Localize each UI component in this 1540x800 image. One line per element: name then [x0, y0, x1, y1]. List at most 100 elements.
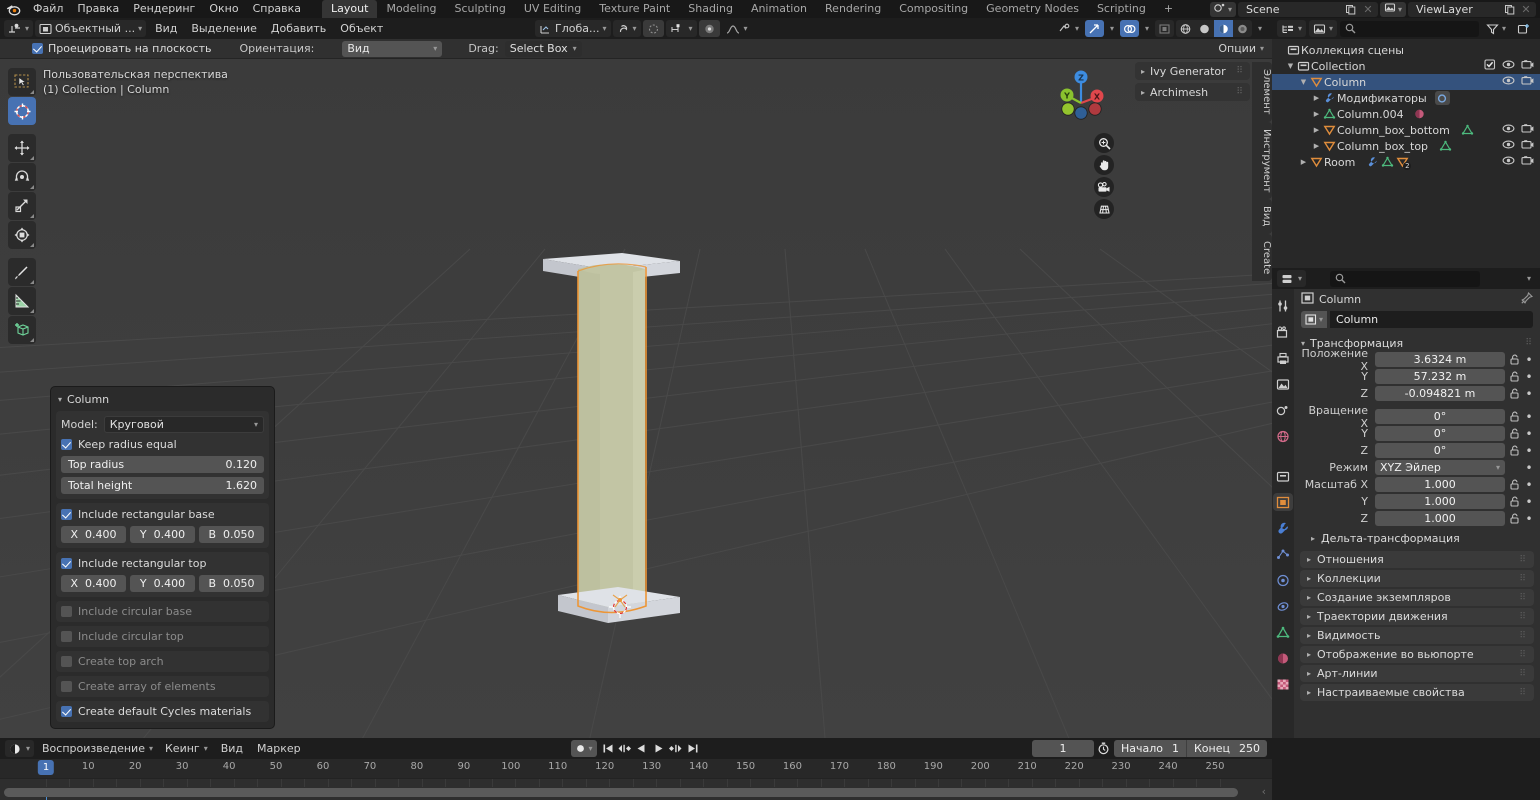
animate-property-dot[interactable]: •	[1524, 389, 1534, 399]
lock-icon[interactable]	[1508, 445, 1521, 456]
play-button[interactable]	[651, 740, 667, 757]
tab-object-data[interactable]	[1273, 623, 1293, 641]
mesh-data-icon[interactable]	[1380, 155, 1395, 169]
jump-to-end-button[interactable]	[685, 740, 701, 757]
proportional-edit-toggle[interactable]	[643, 20, 664, 37]
create-cycles-materials-checkbox[interactable]: Create default Cycles materials	[61, 705, 264, 718]
move-tool[interactable]	[8, 134, 36, 162]
chevron-right-icon[interactable]: ▶	[1311, 126, 1322, 134]
timeline-menu-0[interactable]: Воспроизведение▾	[36, 740, 159, 757]
properties-collapsed-panel[interactable]: ▸Отображение во вьюпорте⠿	[1300, 646, 1534, 663]
lock-icon[interactable]	[1508, 513, 1521, 524]
workspace-tab-sculpting[interactable]: Sculpting	[446, 0, 515, 18]
play-reverse-button[interactable]	[634, 740, 650, 757]
operator-panel-title[interactable]: ▾ Column	[56, 391, 269, 411]
sidebar-tab-3[interactable]: Create	[1252, 234, 1272, 281]
add-cube-tool[interactable]	[8, 316, 36, 344]
tab-collection[interactable]	[1273, 467, 1293, 485]
transform-row-value[interactable]: 0°	[1375, 409, 1505, 424]
current-frame-field[interactable]: 1	[1032, 740, 1094, 757]
timeline-ruler[interactable]: 1020304050607080901001101201301401501601…	[0, 759, 1272, 778]
overlay-options-selector[interactable]: ▾	[1141, 20, 1153, 37]
tab-material[interactable]	[1273, 649, 1293, 667]
rect-top-x-field[interactable]: X 0.400	[61, 575, 126, 592]
shading-rendered[interactable]	[1233, 20, 1252, 37]
outliner-row[interactable]: ▶Модификаторы	[1272, 90, 1540, 106]
jump-to-start-button[interactable]	[600, 740, 616, 757]
workspace-tab-texture-paint[interactable]: Texture Paint	[590, 0, 679, 18]
object-name-value[interactable]: Column	[1330, 311, 1533, 328]
chevron-right-icon[interactable]: ▶	[1311, 142, 1322, 150]
tab-output[interactable]	[1273, 349, 1293, 367]
rect-base-b-field[interactable]: B 0.050	[199, 526, 264, 543]
viewport-menu-3[interactable]: Объект	[333, 20, 390, 37]
rect-top-b-field[interactable]: B 0.050	[199, 575, 264, 592]
snap-target-toggle[interactable]	[699, 20, 720, 37]
new-viewlayer-icon[interactable]	[1502, 2, 1516, 16]
transform-row-value[interactable]: 1.000	[1375, 494, 1505, 509]
tab-world[interactable]	[1273, 427, 1293, 445]
transform-row-value[interactable]: 57.232 m	[1375, 369, 1505, 384]
modifier-icon[interactable]	[1365, 155, 1380, 169]
viewlayer-name-field[interactable]: ViewLayer ✕	[1408, 2, 1536, 17]
lock-icon[interactable]	[1508, 354, 1521, 365]
animate-property-dot[interactable]: •	[1524, 372, 1534, 382]
delete-scene-icon[interactable]: ✕	[1361, 2, 1375, 16]
tweak-select-tool[interactable]	[8, 68, 36, 96]
animate-property-dot[interactable]: •	[1524, 429, 1534, 439]
orientation-dropdown[interactable]: Вид ▾	[342, 41, 442, 57]
gizmo-options-selector[interactable]: ▾	[1106, 20, 1118, 37]
workspace-tab-uv-editing[interactable]: UV Editing	[515, 0, 590, 18]
sidebar-panel-row[interactable]: ▸Ivy Generator⠿	[1135, 62, 1250, 80]
chevron-right-icon[interactable]: ▶	[1311, 94, 1322, 102]
animate-property-dot[interactable]: •	[1524, 497, 1534, 507]
delete-viewlayer-icon[interactable]: ✕	[1519, 2, 1533, 16]
outliner-row[interactable]: ▶Column_box_bottom	[1272, 122, 1540, 138]
outliner-tree[interactable]: Коллекция сцены ▼Collection▼Column▶Модиф…	[1272, 39, 1540, 268]
workspace-tab-modeling[interactable]: Modeling	[377, 0, 445, 18]
properties-options-selector[interactable]: ▾	[1523, 270, 1535, 287]
outliner-row[interactable]: ▶Room2	[1272, 154, 1540, 170]
show-overlays-toggle[interactable]	[1120, 20, 1139, 37]
add-workspace-button[interactable]: +	[1155, 0, 1182, 18]
scale-tool[interactable]	[8, 192, 36, 220]
outliner-row[interactable]: ▼Collection	[1272, 58, 1540, 74]
outliner-editor-type-selector[interactable]: ▾	[1277, 20, 1306, 37]
menu-4[interactable]: Справка	[246, 0, 308, 18]
interaction-mode-selector[interactable]: Объектный ... ▾	[35, 20, 146, 37]
tab-particles[interactable]	[1273, 545, 1293, 563]
timeline-track-area[interactable]: ‹	[0, 778, 1272, 800]
viewport-options-dropdown[interactable]: Опции ▾	[1218, 42, 1264, 55]
outliner-filter-icon[interactable]: ▾	[1482, 20, 1510, 37]
tab-view-layer[interactable]	[1273, 375, 1293, 393]
workspace-tab-geometry-nodes[interactable]: Geometry Nodes	[977, 0, 1088, 18]
disable-in-render-icon[interactable]	[1521, 155, 1534, 169]
viewport-3d[interactable]: Пользовательская перспектива (1) Collect…	[0, 59, 1272, 738]
transform-row-value[interactable]: 1.000	[1375, 477, 1505, 492]
chevron-right-icon[interactable]: ▶	[1298, 158, 1309, 166]
create-top-arch-checkbox[interactable]: Create top arch	[61, 655, 264, 668]
rotate-tool[interactable]	[8, 163, 36, 191]
zoom-icon[interactable]	[1094, 133, 1114, 153]
tab-object[interactable]	[1273, 493, 1293, 511]
object-name-field[interactable]: ▾ Column	[1301, 311, 1533, 328]
timeline-horizontal-scrollbar[interactable]	[4, 788, 1238, 797]
animate-property-dot[interactable]: •	[1524, 412, 1534, 422]
prev-keyframe-button[interactable]	[617, 740, 633, 757]
lock-icon[interactable]	[1508, 388, 1521, 399]
viewport-menu-0[interactable]: Вид	[148, 20, 184, 37]
pin-icon[interactable]	[1521, 292, 1533, 307]
outliner-row[interactable]: ▶Column.004	[1272, 106, 1540, 122]
viewlayer-datablock[interactable]: ▾	[1380, 2, 1406, 17]
hide-in-viewport-icon[interactable]	[1502, 123, 1515, 137]
sidebar-tab-1[interactable]: Инструмент	[1252, 122, 1272, 200]
material-icon[interactable]	[1412, 107, 1427, 121]
outliner-row-scene-collection[interactable]: Коллекция сцены	[1272, 42, 1540, 58]
timeline-expand-icon[interactable]: ‹	[1262, 785, 1266, 798]
animate-property-dot[interactable]: •	[1524, 355, 1534, 365]
measure-tool[interactable]	[8, 287, 36, 315]
object-icon[interactable]: ▾	[1301, 311, 1327, 328]
delta-transform-panel[interactable]: ▸ Дельта-трансформация	[1294, 530, 1540, 547]
hand-icon[interactable]	[1094, 155, 1114, 175]
transform-tool[interactable]	[8, 221, 36, 249]
